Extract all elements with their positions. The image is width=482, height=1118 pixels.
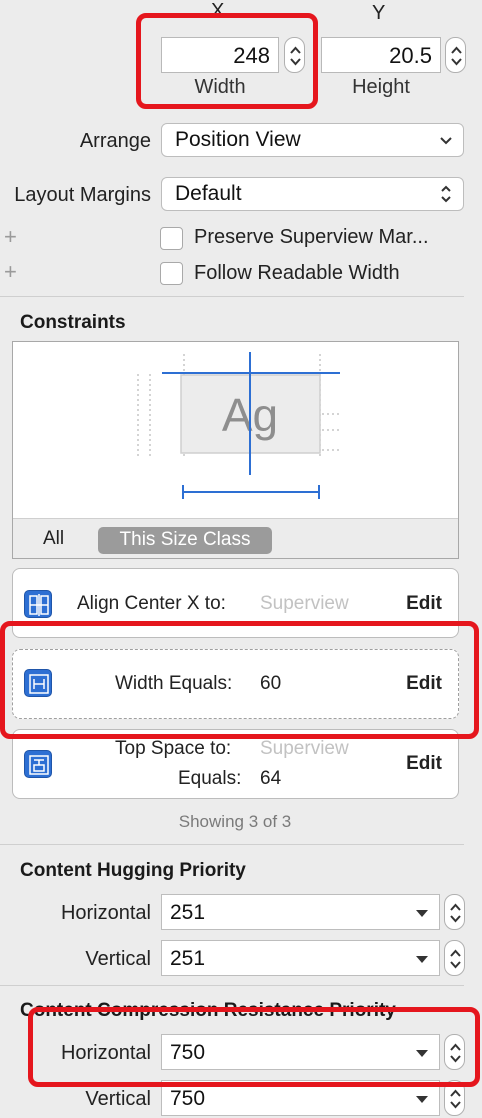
follow-readable-label: Follow Readable Width (194, 262, 400, 284)
edit-button[interactable]: Edit (406, 593, 442, 615)
hugging-vertical-label: Vertical (85, 948, 151, 970)
constraints-title: Constraints (20, 312, 126, 333)
top-space-icon (24, 750, 52, 778)
height-stepper[interactable] (445, 37, 466, 73)
divider (0, 844, 464, 845)
constraint-title: Top Space to: (115, 738, 232, 759)
layout-margins-label: Layout Margins (14, 184, 151, 206)
hugging-horizontal-stepper[interactable] (444, 894, 465, 930)
divider (0, 985, 464, 986)
hugging-vertical-combo[interactable]: 251 (161, 940, 440, 976)
preserve-superview-label: Preserve Superview Mar... (194, 226, 429, 248)
height-field[interactable]: 20.5 (321, 37, 441, 73)
constraint-row-top-space[interactable]: Top Space to: Superview Equals: 64 Edit (12, 729, 459, 799)
highlight-box-compression (28, 1007, 480, 1087)
add-variation-icon[interactable]: + (4, 259, 17, 285)
tab-all[interactable]: All (43, 528, 64, 550)
showing-count: Showing 3 of 3 (178, 812, 292, 831)
constraints-preview: Ag (137, 352, 340, 499)
arrange-value: Position View (175, 128, 301, 151)
constraint-target: Superview (260, 593, 349, 614)
highlight-box-size (136, 13, 318, 109)
hugging-horizontal-combo[interactable]: 251 (161, 894, 440, 930)
hugging-vertical-stepper[interactable] (444, 940, 465, 976)
stepper-arrows-icon (450, 949, 461, 969)
hugging-vertical-value: 251 (170, 947, 206, 970)
follow-readable-checkbox[interactable] (160, 262, 183, 285)
constraints-diagram[interactable]: Ag All This Size Class (12, 341, 459, 559)
compression-vertical-label: Vertical (85, 1088, 151, 1110)
hugging-horizontal-value: 251 (170, 901, 206, 924)
constraint-value: 64 (260, 768, 282, 789)
highlight-box-width-constraint (0, 621, 479, 739)
align-center-x-icon (24, 590, 52, 618)
chevron-down-icon (440, 137, 452, 145)
triangle-down-icon (416, 910, 428, 917)
tab-this-size-class[interactable]: This Size Class (98, 527, 272, 554)
triangle-down-icon (416, 956, 428, 963)
constraint-target: Superview (260, 738, 349, 759)
edit-button[interactable]: Edit (406, 753, 442, 775)
hugging-horizontal-label: Horizontal (60, 902, 151, 924)
arrange-popup[interactable]: Position View (161, 123, 464, 157)
height-label: Height (352, 76, 410, 98)
stepper-arrows-icon (450, 903, 461, 923)
constraint-title: Align Center X to: (77, 593, 226, 614)
compression-vertical-value: 750 (170, 1087, 206, 1110)
size-class-bar: All This Size Class (13, 518, 458, 558)
arrange-label: Arrange (79, 130, 151, 152)
y-label: Y (372, 2, 386, 24)
layout-margins-value: Default (175, 182, 242, 205)
preserve-superview-checkbox[interactable] (160, 227, 183, 250)
constraint-subtitle: Equals: (178, 768, 242, 789)
stepper-arrows-icon (451, 46, 462, 66)
layout-margins-popup[interactable]: Default (161, 177, 464, 211)
up-down-chevron-icon (441, 185, 451, 203)
divider (0, 296, 464, 297)
triangle-down-icon (416, 1096, 428, 1103)
add-variation-icon[interactable]: + (4, 224, 17, 250)
hugging-title: Content Hugging Priority (20, 860, 246, 881)
